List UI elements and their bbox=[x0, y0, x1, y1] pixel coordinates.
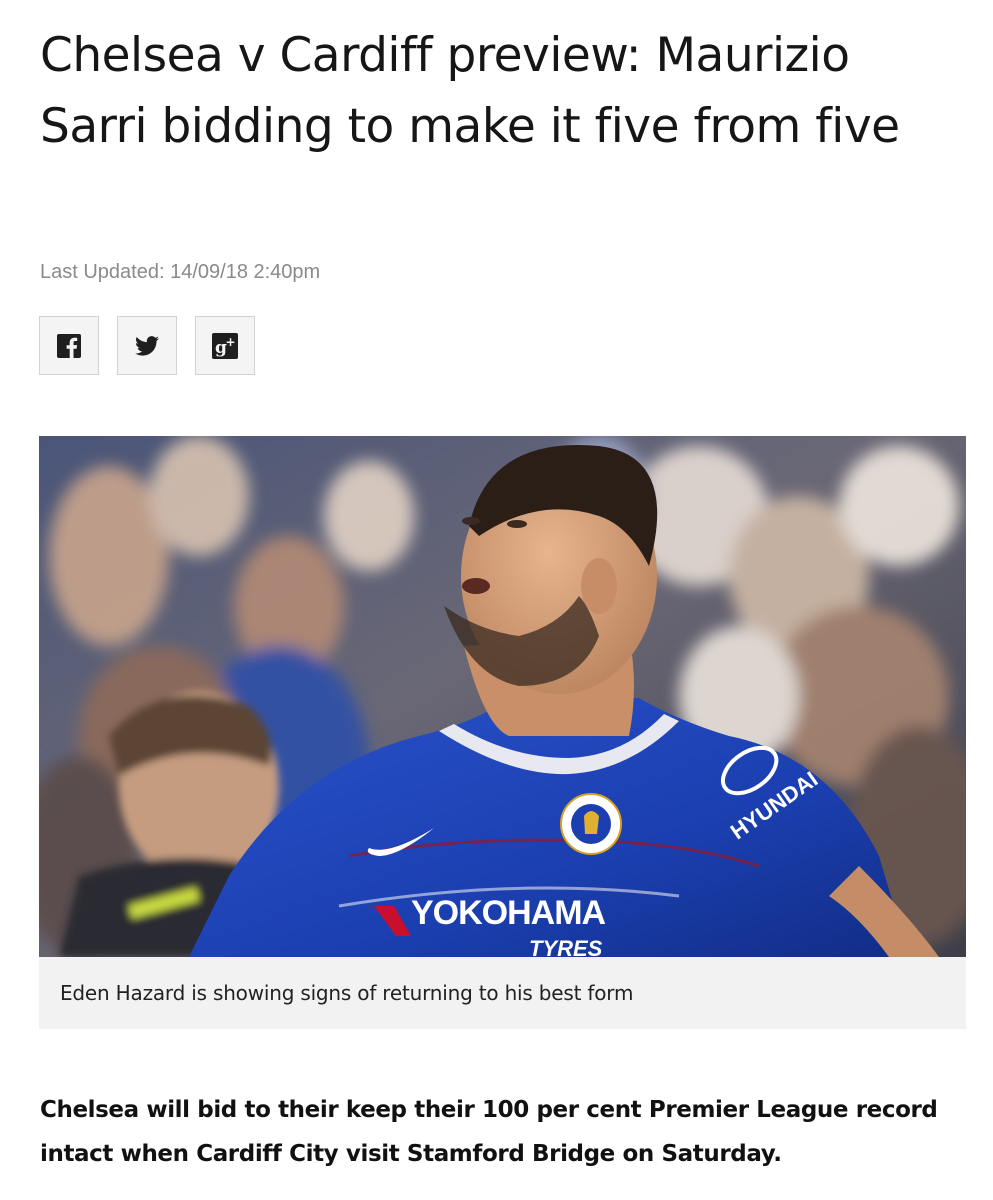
article-headline: Chelsea v Cardiff preview: Maurizio Sarr… bbox=[40, 28, 900, 154]
shirt-sponsor-subtext: TYRES bbox=[529, 936, 603, 957]
share-twitter-button[interactable] bbox=[117, 316, 177, 375]
svg-text:+: + bbox=[226, 335, 236, 349]
image-caption-box: Eden Hazard is showing signs of returnin… bbox=[39, 957, 966, 1029]
shirt-sponsor-text: YOKOHAMA bbox=[411, 894, 606, 932]
facebook-icon bbox=[57, 333, 81, 358]
google-plus-icon: g + bbox=[212, 332, 238, 359]
twitter-icon bbox=[135, 335, 159, 356]
player-celebration-photo: HYUNDAI YOKOHAMA TYRES bbox=[39, 436, 966, 957]
share-google-plus-button[interactable]: g + bbox=[195, 316, 255, 375]
last-updated-timestamp: Last Updated: 14/09/18 2:40pm bbox=[40, 261, 321, 283]
image-caption: Eden Hazard is showing signs of returnin… bbox=[60, 981, 634, 1005]
share-buttons: g + bbox=[39, 316, 255, 375]
article-hero-image: HYUNDAI YOKOHAMA TYRES bbox=[39, 436, 966, 957]
article-standfirst: Chelsea will bid to their keep their 100… bbox=[40, 1097, 938, 1167]
share-facebook-button[interactable] bbox=[39, 316, 99, 375]
